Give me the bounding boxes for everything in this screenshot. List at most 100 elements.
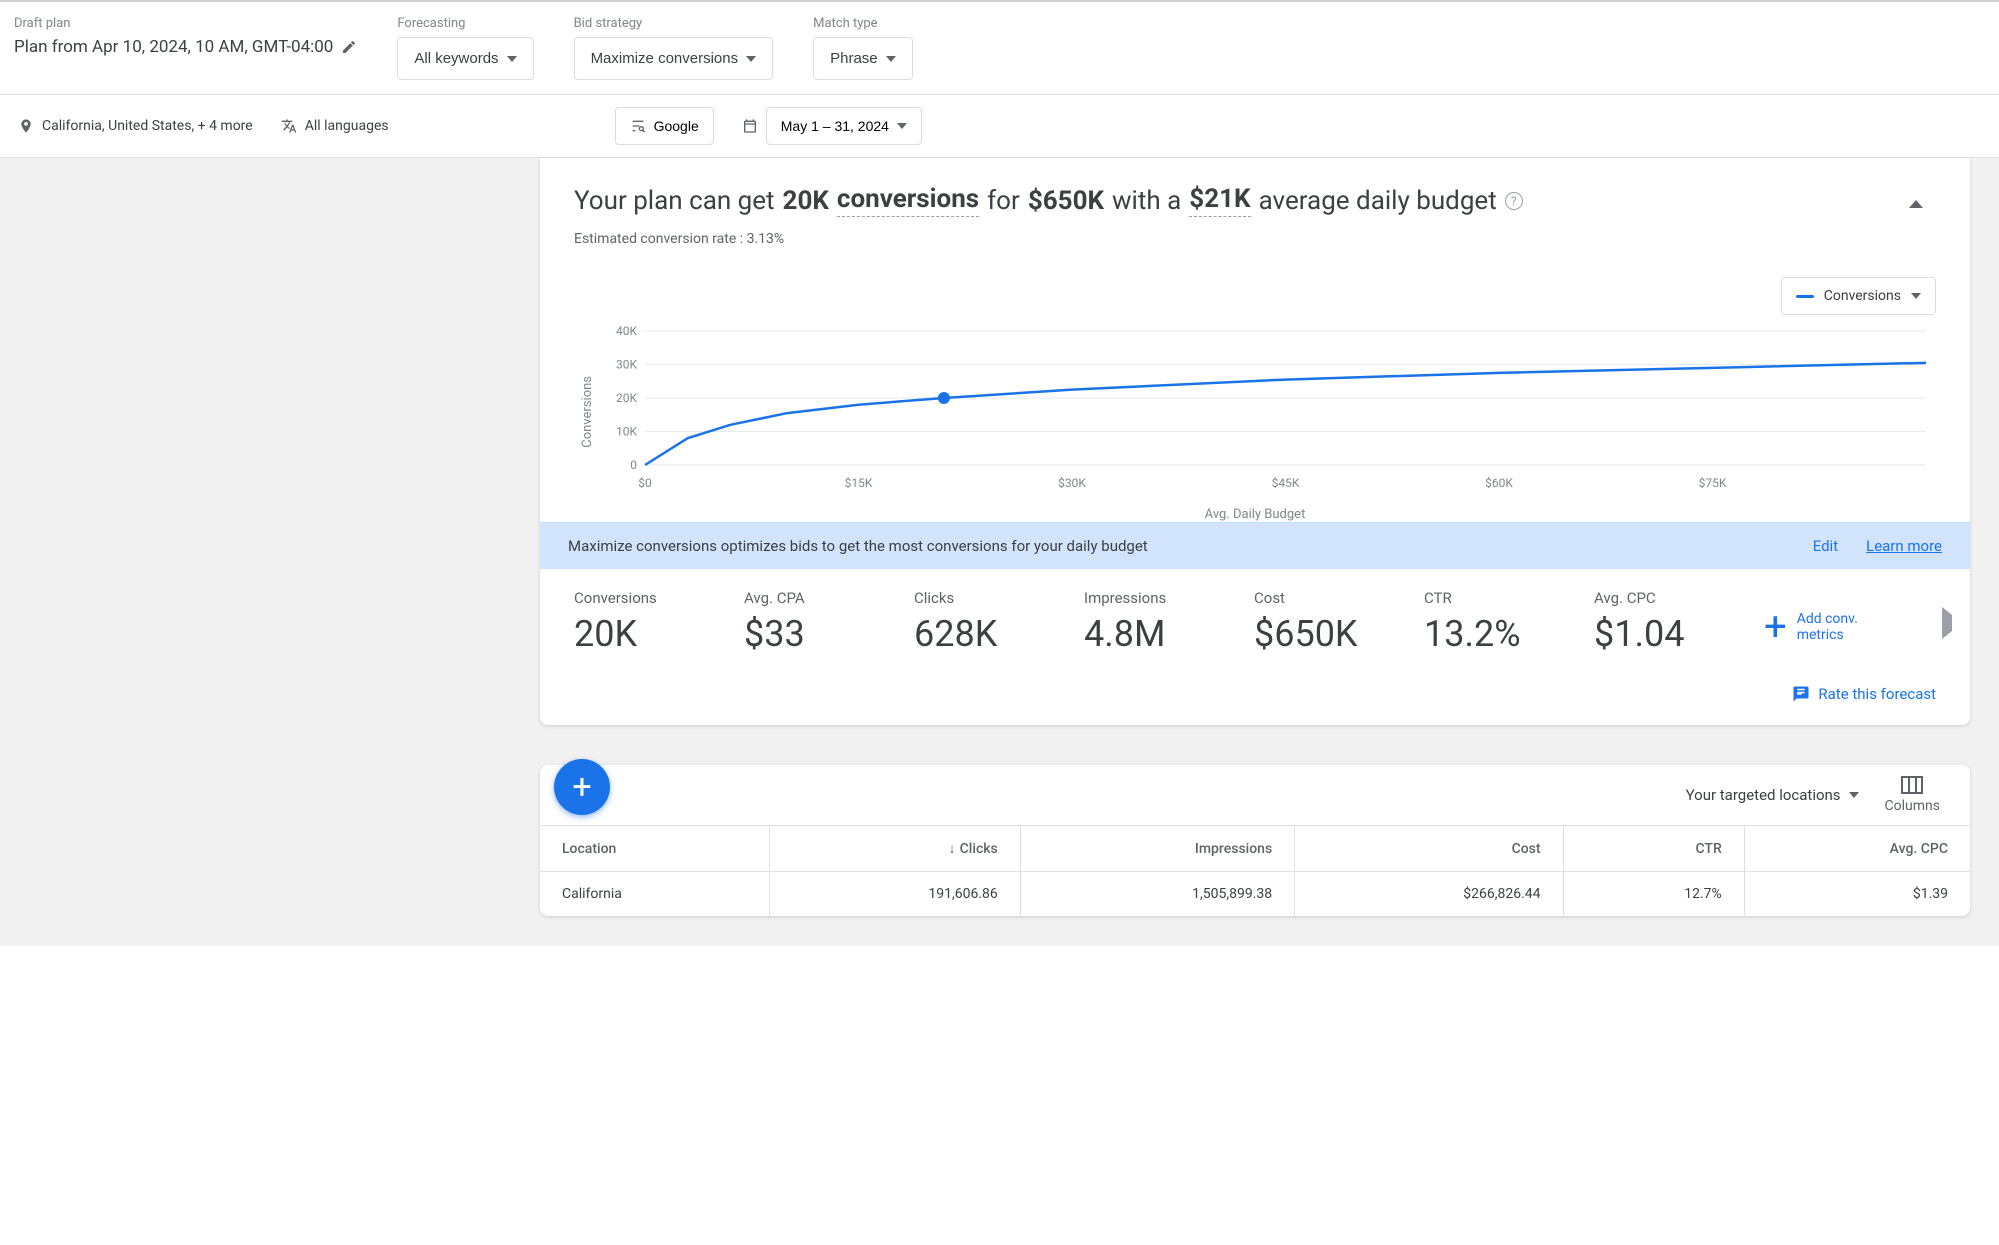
metrics-scroll-right[interactable] [1942,615,1952,631]
forecasting-dropdown[interactable]: All keywords [397,37,533,80]
svg-text:$75K: $75K [1699,476,1727,490]
forecast-headline: Your plan can get 20K conversions for $6… [574,184,1896,217]
headline-tail: average daily budget [1259,186,1497,216]
targeting-bar: California, United States, + 4 more All … [0,95,1999,158]
forecast-line-chart[interactable]: 010K20K30K40K$0$15K$30K$45K$60K$75K [595,325,1936,495]
table-cell: $1.39 [1744,872,1970,917]
match-type-value: Phrase [830,50,878,67]
bid-strategy-label: Bid strategy [574,16,774,31]
bid-strategy-banner: Maximize conversions optimizes bids to g… [540,522,1970,569]
metric-label: CTR [1424,589,1544,607]
network-dropdown[interactable]: Google [615,107,714,145]
match-type-dropdown[interactable]: Phrase [813,37,913,80]
table-cell: 1,505,899.38 [1020,872,1294,917]
forecast-metrics-row: Conversions 20K Avg. CPA$33 Clicks 628K Impre… [540,569,1970,675]
svg-text:40K: 40K [616,325,637,338]
forecasting-group: Forecasting All keywords [397,16,533,80]
locations-table-card: + Your targeted locations Columns Locati… [540,765,1970,916]
draft-plan-label: Draft plan [14,16,357,31]
metric-label: Impressions [1084,589,1204,607]
locations-header-impressions[interactable]: Impressions [1020,826,1294,872]
table-cell: 12.7% [1563,872,1744,917]
languages-text: All languages [305,118,389,134]
forecast-card: Your plan can get 20K conversions for $6… [540,158,1970,725]
languages-chip[interactable]: All languages [281,118,389,134]
caret-down-icon [1849,792,1859,798]
locations-header-ctr[interactable]: CTR [1563,826,1744,872]
locations-header-cost[interactable]: Cost [1295,826,1563,872]
caret-down-icon [897,123,907,129]
sort-desc-icon: ↓ [949,840,956,857]
metric-conversions: Conversions 20K [574,589,694,655]
chart-metric-value: Conversions [1824,288,1901,304]
metric-clicks: Clicks 628K [914,589,1034,655]
add-metric-line2: metrics [1797,627,1858,643]
caret-down-icon [886,56,896,62]
metric-value: 628K [914,613,1034,655]
table-row[interactable]: California191,606.861,505,899.38$266,826… [540,872,1970,917]
caret-down-icon [1911,293,1921,299]
add-metric-line1: Add conv. [1797,611,1858,627]
svg-text:10K: 10K [616,425,637,439]
svg-text:30K: 30K [616,358,637,372]
metric-value: 20K [574,613,694,655]
metric-label: Cost [1254,589,1374,607]
headline-for: for [987,186,1020,216]
svg-text:0: 0 [630,458,637,472]
locations-scope-dropdown[interactable]: Your targeted locations [1686,786,1859,804]
location-chip[interactable]: California, United States, + 4 more [18,118,253,134]
metric-ctr: CTR 13.2% [1424,589,1544,655]
bid-strategy-group: Bid strategy Maximize conversions [574,16,774,80]
plan-title-row[interactable]: Plan from Apr 10, 2024, 10 AM, GMT-04:00 [14,37,357,57]
headline-cost: $650K [1028,186,1104,216]
match-type-label: Match type [813,16,913,31]
language-icon [281,118,297,134]
metric-avg-cpa: Avg. CPA$33 [744,589,864,655]
forecasting-value: All keywords [414,50,498,67]
svg-text:20K: 20K [616,391,637,405]
top-filter-bar: Draft plan Plan from Apr 10, 2024, 10 AM… [0,0,1999,95]
table-cell: California [540,872,769,917]
chevron-right-icon [1942,607,1952,639]
headline-metric[interactable]: conversions [837,184,979,217]
banner-edit-link[interactable]: Edit [1813,537,1838,555]
estimated-conversion-rate: Estimated conversion rate : 3.13% [574,231,1896,247]
table-cell: 191,606.86 [769,872,1020,917]
headline-daily-budget[interactable]: $21K [1189,184,1250,217]
collapse-card-button[interactable] [1896,184,1936,224]
plan-title: Plan from Apr 10, 2024, 10 AM, GMT-04:00 [14,37,333,57]
rate-forecast-link[interactable]: Rate this forecast [1792,685,1936,703]
chart-metric-dropdown[interactable]: Conversions [1781,277,1936,315]
metric-label: Conversions [574,589,694,607]
plan-title-group: Draft plan Plan from Apr 10, 2024, 10 AM… [14,16,357,57]
locations-header-clicks[interactable]: ↓Clicks [769,826,1020,872]
locations-header-avg-cpc[interactable]: Avg. CPC [1744,826,1970,872]
date-range-value: May 1 – 31, 2024 [781,118,889,134]
legend-line-icon [1796,295,1814,298]
add-conversion-metrics[interactable]: + Add conv. metrics [1764,589,1858,647]
edit-pencil-icon[interactable] [341,39,357,55]
content-area: Your plan can get 20K conversions for $6… [0,158,1999,946]
feedback-icon [1792,685,1810,703]
bid-strategy-dropdown[interactable]: Maximize conversions [574,37,774,80]
date-range-dropdown[interactable]: May 1 – 31, 2024 [766,107,922,145]
metric-cost: Cost $650K [1254,589,1374,655]
add-location-fab[interactable]: + [554,759,610,815]
metric-value: $650K [1254,613,1374,655]
calendar-icon[interactable] [742,118,758,134]
chart-y-axis-label: Conversions [574,376,595,448]
location-pin-icon [18,118,34,134]
forecasting-label: Forecasting [397,16,533,31]
banner-text: Maximize conversions optimizes bids to g… [568,537,1148,555]
columns-button[interactable]: Columns [1885,776,1940,814]
bid-strategy-value: Maximize conversions [591,50,739,67]
banner-learn-more-link[interactable]: Learn more [1866,537,1942,555]
metric-label: Clicks [914,589,1034,607]
svg-text:$15K: $15K [845,476,873,490]
metric-label: Avg. CPC [1594,589,1714,607]
network-value: Google [654,118,699,134]
metric-value: 13.2% [1424,613,1544,655]
locations-header-location[interactable]: Location [540,826,769,872]
help-icon[interactable]: ? [1505,192,1523,210]
table-cell: $266,826.44 [1295,872,1563,917]
